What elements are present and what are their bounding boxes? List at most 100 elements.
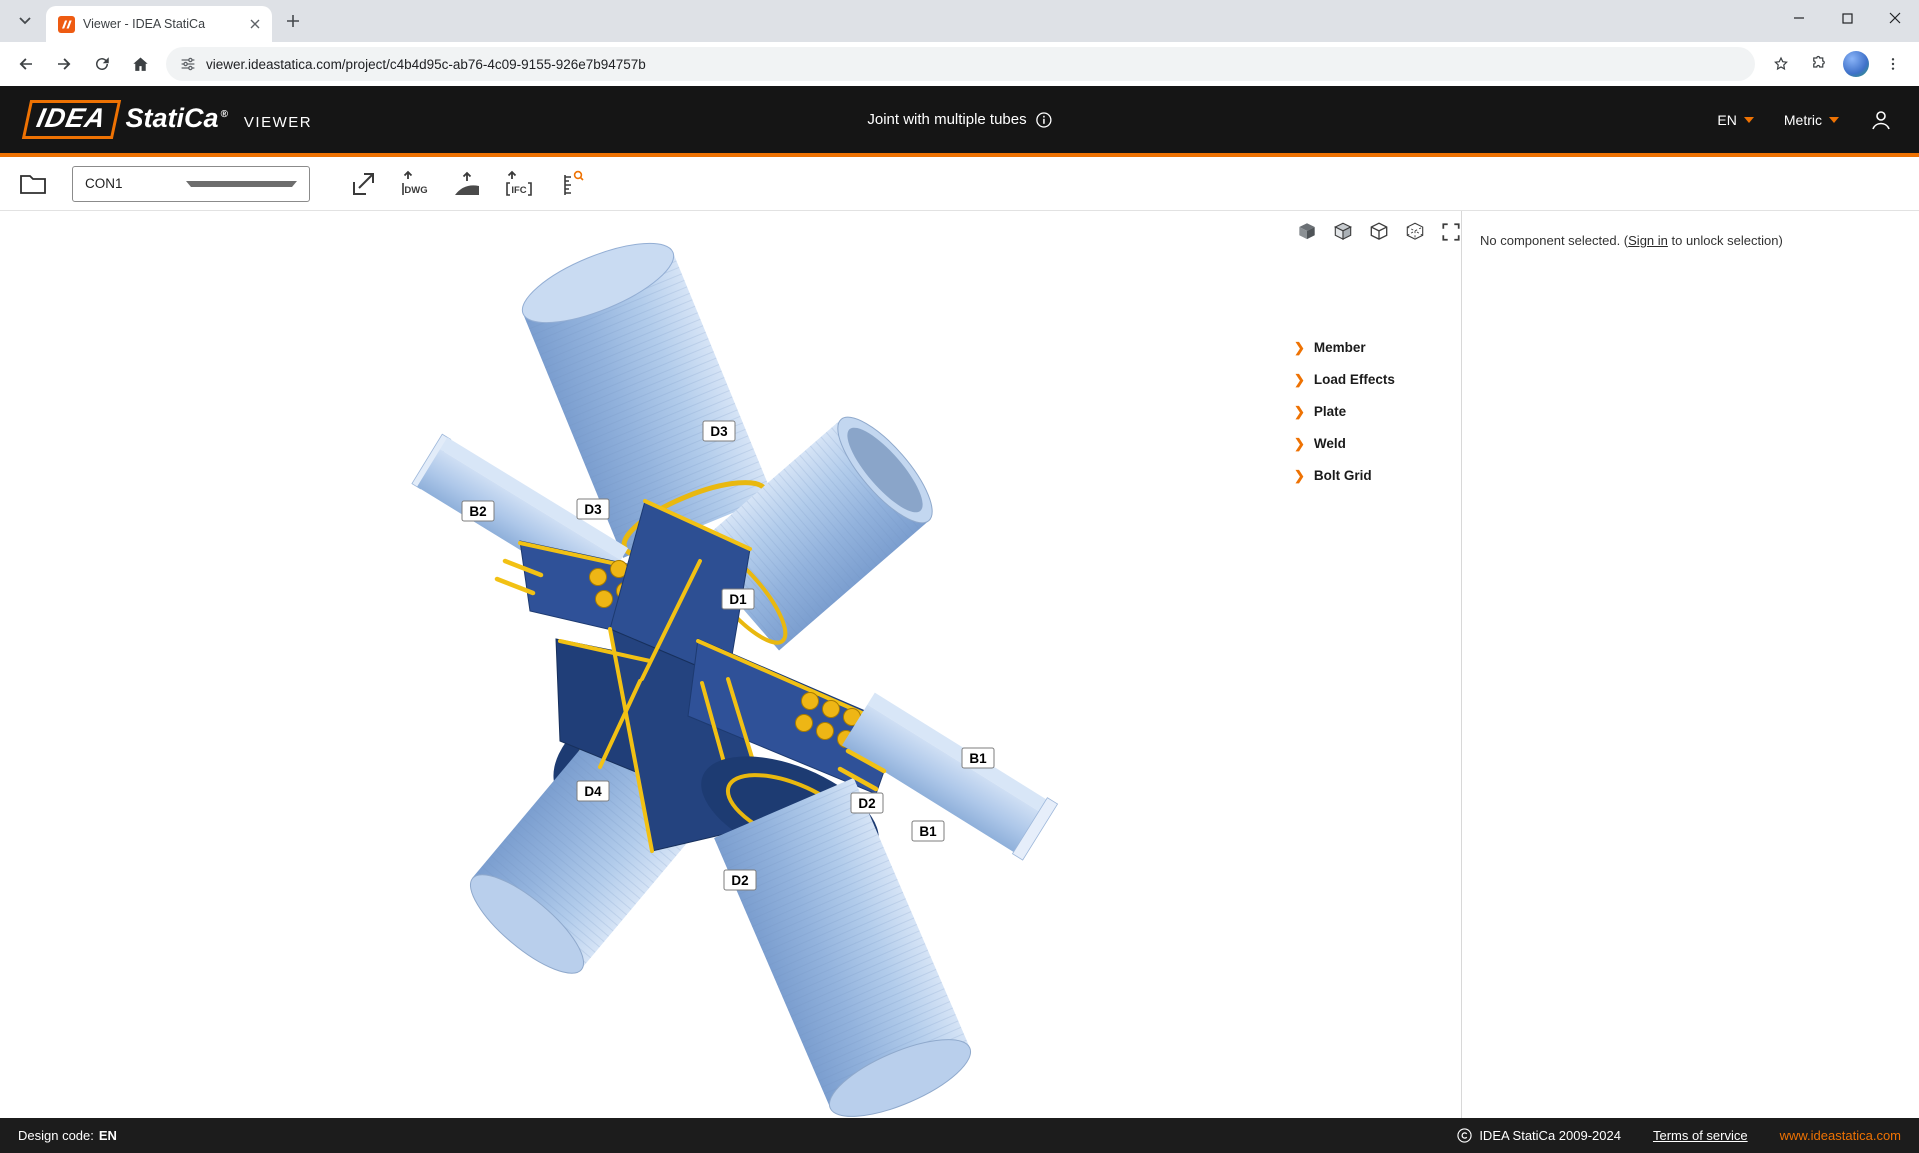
- user-account-icon[interactable]: [1869, 108, 1893, 132]
- detail-panel: No component selected. (Sign in to unloc…: [1462, 211, 1919, 1118]
- ifc-export-icon: IFC: [504, 169, 534, 199]
- logo-statica-text: StatiCa®: [126, 103, 228, 134]
- units-dropdown[interactable]: Metric: [1784, 112, 1839, 128]
- copyright: IDEA StatiCa 2009-2024: [1457, 1128, 1621, 1143]
- export-ifc-button[interactable]: IFC: [500, 166, 538, 202]
- header-controls: EN Metric: [1717, 108, 1893, 132]
- chevron-right-icon: ❯: [1294, 373, 1305, 386]
- minimize-button[interactable]: [1775, 0, 1823, 36]
- status-right: IDEA StatiCa 2009-2024 Terms of service …: [1457, 1128, 1901, 1143]
- svg-text:D3: D3: [584, 502, 602, 517]
- chevron-right-icon: ❯: [1294, 469, 1305, 482]
- design-code-value: EN: [99, 1128, 117, 1143]
- language-dropdown[interactable]: EN: [1717, 112, 1753, 128]
- status-bar: Design code: EN IDEA StatiCa 2009-2024 T…: [0, 1118, 1919, 1153]
- svg-text:B1: B1: [919, 824, 937, 839]
- fullscreen-icon[interactable]: [1438, 219, 1464, 245]
- bookmark-star-icon[interactable]: [1763, 46, 1799, 82]
- tree-item-bolt-grid[interactable]: ❯ Bolt Grid: [1294, 459, 1395, 491]
- extensions-icon[interactable]: [1801, 46, 1837, 82]
- ideastatica-favicon-icon: [58, 16, 75, 33]
- project-title: Joint with multiple tubes: [867, 111, 1051, 128]
- dwg-export-icon: DWG: [400, 169, 430, 199]
- forward-button[interactable]: [46, 46, 82, 82]
- export-dwg-button[interactable]: DWG: [396, 166, 434, 202]
- design-code: Design code: EN: [18, 1128, 117, 1143]
- measure-search-icon: [556, 169, 586, 199]
- site-settings-icon: [180, 56, 196, 72]
- viewer-toolbar: CON1 DWG: [0, 157, 1919, 211]
- tree-item-plate[interactable]: ❯ Plate: [1294, 395, 1395, 427]
- app-name: VIEWER: [244, 114, 312, 131]
- chevron-right-icon: ❯: [1294, 341, 1305, 354]
- tree-item-member[interactable]: ❯ Member: [1294, 331, 1395, 363]
- svg-text:D3: D3: [710, 424, 728, 439]
- svg-text:D2: D2: [858, 796, 875, 811]
- new-tab-button[interactable]: [278, 6, 308, 36]
- folder-icon: [19, 172, 47, 196]
- weld-export-icon: [452, 169, 482, 199]
- component-tree: ❯ Member ❯ Load Effects ❯ Plate ❯ Weld ❯…: [1294, 331, 1395, 491]
- view-shaded-edges-icon[interactable]: [1330, 219, 1356, 245]
- member-label: D2: [851, 793, 883, 813]
- export-tools: DWG IFC: [344, 166, 590, 202]
- chevron-right-icon: ❯: [1294, 437, 1305, 450]
- tree-item-load-effects[interactable]: ❯ Load Effects: [1294, 363, 1395, 395]
- browser-tab[interactable]: Viewer - IDEA StatiCa: [46, 6, 272, 42]
- connection-select-value: CON1: [85, 176, 186, 191]
- open-project-button[interactable]: [14, 166, 52, 202]
- terms-of-service-link[interactable]: Terms of service: [1653, 1128, 1748, 1143]
- chevron-down-icon: [1744, 117, 1754, 123]
- browser-chrome: Viewer - IDEA StatiCa: [0, 0, 1919, 86]
- view-wireframe-icon[interactable]: [1402, 219, 1428, 245]
- tab-title: Viewer - IDEA StatiCa: [83, 17, 238, 31]
- website-link[interactable]: www.ideastatica.com: [1780, 1128, 1901, 1143]
- home-button[interactable]: [122, 46, 158, 82]
- project-title-text: Joint with multiple tubes: [867, 111, 1026, 128]
- ideastatica-logo: IDEA StatiCa® VIEWER: [26, 100, 312, 139]
- svg-text:DWG: DWG: [404, 185, 427, 196]
- chevron-right-icon: ❯: [1294, 405, 1305, 418]
- tab-close-icon[interactable]: [246, 15, 264, 33]
- no-selection-message-suffix: to unlock selection): [1668, 233, 1783, 248]
- share-link-button[interactable]: [344, 166, 382, 202]
- tab-strip: Viewer - IDEA StatiCa: [0, 0, 1919, 42]
- url-text: viewer.ideastatica.com/project/c4b4d95c-…: [206, 57, 646, 72]
- no-selection-message: No component selected. (: [1480, 233, 1628, 248]
- design-code-label: Design code:: [18, 1128, 94, 1143]
- info-icon[interactable]: [1036, 112, 1052, 128]
- model-viewport[interactable]: D2 D3 D3 B2 D1 D4 B1 B1 D2: [0, 211, 1462, 1118]
- main-area: D2 D3 D3 B2 D1 D4 B1 B1 D2: [0, 211, 1919, 1118]
- svg-text:B1: B1: [969, 751, 987, 766]
- svg-text:D2: D2: [731, 873, 748, 888]
- tree-item-weld[interactable]: ❯ Weld: [1294, 427, 1395, 459]
- reload-button[interactable]: [84, 46, 120, 82]
- back-button[interactable]: [8, 46, 44, 82]
- app-header: IDEA StatiCa® VIEWER Joint with multiple…: [0, 86, 1919, 157]
- browser-menu-icon[interactable]: [1875, 46, 1911, 82]
- window-controls: [1775, 0, 1919, 36]
- logo-idea-text: IDEA: [34, 103, 109, 134]
- browser-navbar: viewer.ideastatica.com/project/c4b4d95c-…: [0, 42, 1919, 86]
- chevron-down-icon: [1829, 117, 1839, 123]
- tab-search-button[interactable]: [10, 6, 40, 36]
- export-weld-button[interactable]: [448, 166, 486, 202]
- share-link-icon: [349, 170, 377, 198]
- chevron-down-icon: [19, 17, 31, 25]
- view-tools: [1294, 219, 1464, 245]
- close-window-button[interactable]: [1871, 0, 1919, 36]
- maximize-button[interactable]: [1823, 0, 1871, 36]
- copyright-icon: [1457, 1128, 1472, 1143]
- sign-in-link[interactable]: Sign in: [1628, 233, 1668, 248]
- view-shaded-icon[interactable]: [1294, 219, 1320, 245]
- svg-text:B2: B2: [469, 504, 486, 519]
- joint-3d-scene[interactable]: D2 D3 D3 B2 D1 D4 B1 B1 D2: [0, 211, 1462, 1118]
- registered-mark: ®: [221, 109, 228, 120]
- measure-search-button[interactable]: [552, 166, 590, 202]
- chevron-down-icon: [186, 181, 297, 187]
- profile-avatar[interactable]: [1843, 51, 1869, 77]
- view-transparent-icon[interactable]: [1366, 219, 1392, 245]
- address-bar[interactable]: viewer.ideastatica.com/project/c4b4d95c-…: [166, 47, 1755, 81]
- svg-text:D1: D1: [729, 592, 747, 607]
- connection-select[interactable]: CON1: [72, 166, 310, 202]
